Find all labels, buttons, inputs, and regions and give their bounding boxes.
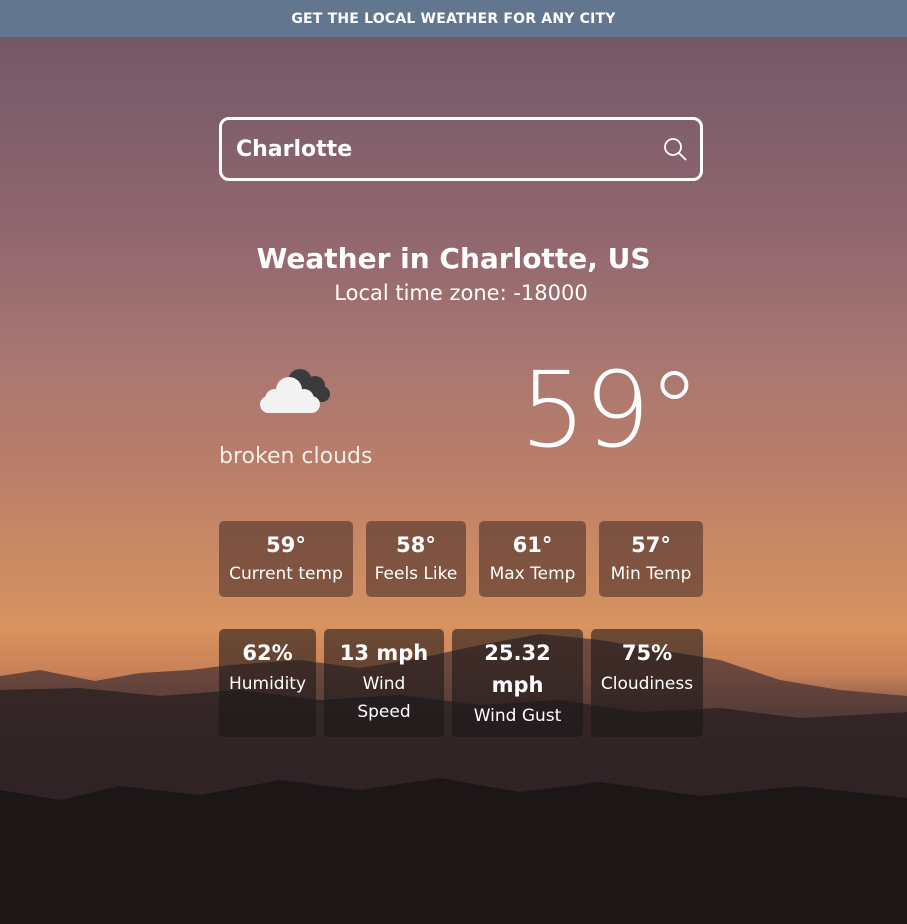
current-temp-card: 59° Current temp: [219, 521, 353, 597]
wind-gust-card: 25.32 mph Wind Gust: [452, 629, 583, 737]
city-search-box[interactable]: [219, 117, 703, 181]
wind-speed-card: 13 mph Wind Speed: [324, 629, 444, 737]
wind-gust-value: 25.32 mph: [484, 641, 551, 697]
current-temp-label: Current temp: [229, 564, 343, 584]
feels-like-value: 58°: [396, 533, 436, 557]
min-temp-value: 57°: [631, 533, 671, 557]
search-icon[interactable]: [662, 136, 688, 162]
min-temp-card: 57° Min Temp: [599, 521, 703, 597]
cloudiness-label: Cloudiness: [600, 674, 694, 694]
city-search-input[interactable]: [236, 136, 662, 162]
weather-description: broken clouds: [219, 444, 373, 469]
humidity-value: 62%: [242, 641, 293, 665]
current-temp-value: 59°: [266, 533, 306, 557]
cloudiness-card: 75% Cloudiness: [591, 629, 703, 737]
wind-speed-label: Wind Speed: [357, 674, 411, 722]
humidity-label: Humidity: [228, 674, 307, 694]
wind-speed-value: 13 mph: [339, 641, 429, 665]
min-temp-label: Min Temp: [610, 564, 692, 584]
max-temp-label: Max Temp: [489, 564, 576, 584]
wind-gust-label: Wind Gust: [473, 706, 562, 726]
broken-clouds-icon: [260, 369, 330, 413]
max-temp-value: 61°: [512, 533, 553, 557]
app-header-title: GET THE LOCAL WEATHER FOR ANY CITY: [291, 10, 616, 27]
humidity-card: 62% Humidity: [219, 629, 316, 737]
feels-like-label: Feels Like: [374, 564, 458, 584]
current-temperature: 59°: [520, 349, 700, 471]
app-header: GET THE LOCAL WEATHER FOR ANY CITY: [0, 0, 907, 37]
timezone-label: Local time zone: -18000: [334, 281, 588, 305]
max-temp-card: 61° Max Temp: [479, 521, 586, 597]
location-title: Weather in Charlotte, US: [256, 242, 651, 275]
feels-like-card: 58° Feels Like: [366, 521, 466, 597]
cloudiness-value: 75%: [621, 641, 673, 665]
